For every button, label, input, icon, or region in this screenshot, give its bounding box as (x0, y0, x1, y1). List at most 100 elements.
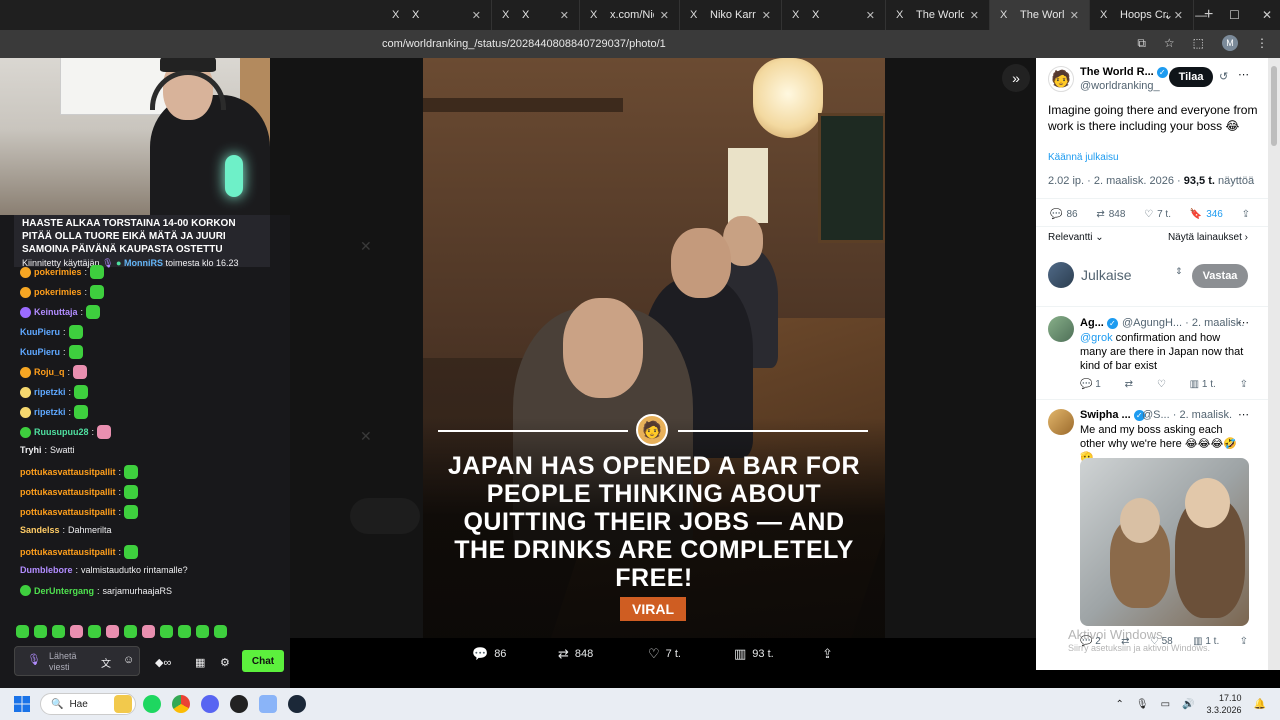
translate-icon[interactable]: 文 (101, 655, 111, 670)
scrollbar-thumb[interactable] (1271, 66, 1277, 146)
chat-username[interactable]: ripetzki (34, 407, 66, 417)
tab-close-icon[interactable]: ✕ (660, 9, 669, 22)
chevron-down-icon[interactable]: ⌄ (1163, 8, 1173, 22)
follow-button[interactable]: Tilaa (1169, 67, 1213, 87)
browser-tab[interactable]: X X ✕ (382, 0, 492, 30)
browser-tab[interactable]: X X ✕ (492, 0, 580, 30)
tweet-timestamp[interactable]: 2.02 ip. · 2. maalisk. 2026 · (1048, 175, 1184, 187)
view-quotes-link[interactable]: Näytä lainaukset › (1168, 232, 1248, 243)
settings-gear-icon[interactable]: ⚙ (220, 656, 230, 669)
reply-author-name[interactable]: Ag... ✓ (1080, 317, 1118, 329)
tab-close-icon[interactable]: ✕ (762, 9, 771, 22)
windows-start-icon[interactable] (14, 696, 30, 712)
file-explorer-icon[interactable] (114, 695, 132, 713)
like-button[interactable]: ♡ (1157, 379, 1166, 390)
reply-input[interactable]: Julkaise (1081, 267, 1132, 283)
emote-suggestion[interactable] (52, 625, 65, 638)
chat-username[interactable]: Keinuttaja (34, 307, 78, 317)
obs-icon[interactable] (230, 695, 248, 713)
emote-suggestion[interactable] (196, 625, 209, 638)
account-name[interactable]: The World R... ✓ (1080, 66, 1168, 78)
chat-input[interactable]: 🎙 Lähetä viesti 文 ☺ (14, 646, 140, 676)
photo-share-button[interactable]: ⇪ (822, 646, 833, 662)
account-avatar[interactable]: 🧑 (1048, 66, 1074, 92)
emote-suggestion[interactable] (178, 625, 191, 638)
chevron-up-icon[interactable]: ⌃ (1116, 699, 1124, 710)
emote-suggestion[interactable] (106, 625, 119, 638)
reply-avatar[interactable] (1048, 316, 1074, 342)
chat-username[interactable]: KuuPieru (20, 347, 60, 357)
reply-author-name[interactable]: Swipha ... ✓ (1080, 409, 1145, 421)
notepad-icon[interactable] (259, 695, 277, 713)
browser-tab[interactable]: X The World Ra ✕ (886, 0, 990, 30)
chat-username[interactable]: pottukasvattausitpallit (20, 507, 116, 517)
reply-audience-chevron-icon[interactable]: ⇕ (1175, 266, 1183, 277)
like-button[interactable]: ♡ 7 t. (1144, 209, 1171, 220)
emote-suggestion[interactable] (142, 625, 155, 638)
network-icon[interactable]: ▭ (1161, 699, 1170, 710)
emote-picker-icon[interactable]: ☺ (123, 654, 134, 666)
chat-username[interactable]: ripetzki (34, 387, 66, 397)
reply-submit-button[interactable]: Vastaa (1192, 264, 1248, 288)
spotify-icon[interactable] (143, 695, 161, 713)
chrome-icon[interactable] (172, 695, 190, 713)
emote-suggestion[interactable] (88, 625, 101, 638)
photo-views-button[interactable]: ▥ 93 t. (734, 646, 774, 662)
mic-icon[interactable]: 🎙 (1136, 699, 1149, 710)
chat-username[interactable]: Roju_q (34, 367, 65, 377)
share-button[interactable]: ⇪ (1242, 209, 1250, 220)
reply-image[interactable] (1080, 458, 1249, 626)
views-button[interactable]: ▥ 1 t. (1190, 379, 1216, 390)
emote-suggestion[interactable] (70, 625, 83, 638)
more-options-icon[interactable]: ⋯ (1238, 316, 1249, 329)
profile-avatar[interactable]: M (1222, 35, 1238, 51)
chat-username[interactable]: KuuPieru (20, 327, 60, 337)
reply-mention-link[interactable]: @grok (1080, 332, 1113, 344)
emote-suggestion[interactable] (160, 625, 173, 638)
chat-username[interactable]: Tryhi (20, 445, 42, 455)
minimize-icon[interactable]: — (1195, 8, 1207, 22)
discord-icon[interactable] (201, 695, 219, 713)
chat-username[interactable]: pottukasvattausitpallit (20, 467, 116, 477)
mic-icon[interactable]: 🎙 (27, 653, 41, 666)
star-icon[interactable]: ☆ (1164, 36, 1175, 50)
share-icon[interactable]: ⇪ (1240, 379, 1248, 390)
store-icon[interactable]: ▦ (195, 656, 205, 669)
chat-username[interactable]: pokerimies (34, 267, 82, 277)
share-icon[interactable]: ⇪ (1240, 636, 1248, 647)
steam-icon[interactable] (288, 695, 306, 713)
taskbar-clock[interactable]: 17.10 3.3.2026 (1207, 692, 1242, 716)
repost-button[interactable]: ⇄ 848 (1096, 209, 1125, 220)
chat-username[interactable]: pottukasvattausitpallit (20, 487, 116, 497)
tab-close-icon[interactable]: ✕ (866, 9, 875, 22)
translate-post-link[interactable]: Käännä julkaisu (1048, 152, 1119, 163)
more-options-icon[interactable]: ⋯ (1238, 68, 1249, 81)
maximize-icon[interactable]: ☐ (1229, 8, 1240, 22)
bits-icon[interactable]: ◆∞ (155, 656, 171, 669)
reply-button[interactable]: 💬 1 (1080, 379, 1101, 390)
expand-panel-button[interactable]: » (1002, 64, 1030, 92)
tab-close-icon[interactable]: ✕ (1070, 9, 1079, 22)
photo-repost-button[interactable]: ⇄ 848 (558, 646, 593, 662)
chat-send-button[interactable]: Chat (242, 650, 284, 672)
emote-suggestion[interactable] (34, 625, 47, 638)
browser-tab[interactable]: X Niko Karranto ✕ (680, 0, 782, 30)
browser-tab[interactable]: Xx.com/NicHulsc ✕ (580, 0, 680, 30)
pinned-by-user[interactable]: MonniRS (124, 258, 163, 268)
tab-close-icon[interactable]: ✕ (560, 9, 569, 22)
install-app-icon[interactable]: ⧉ (1137, 36, 1146, 51)
emote-suggestion[interactable] (214, 625, 227, 638)
tab-close-icon[interactable]: ✕ (472, 9, 481, 22)
chat-username[interactable]: DerUntergang (34, 586, 94, 596)
notifications-icon[interactable]: 🔔 (1254, 699, 1266, 710)
reply-author-handle[interactable]: @S... · 2. maalisk. (1142, 409, 1232, 421)
volume-icon[interactable]: 🔊 (1182, 699, 1194, 710)
chat-username[interactable]: Dumblebore (20, 565, 73, 575)
emote-suggestion[interactable] (16, 625, 29, 638)
browser-tab[interactable]: X X ✕ (782, 0, 886, 30)
browser-tab[interactable]: X The World Ra ✕ (990, 0, 1090, 30)
reply-author-handle[interactable]: @AgungH... · 2. maalisk. (1122, 317, 1244, 329)
emote-suggestion[interactable] (124, 625, 137, 638)
chat-username[interactable]: pottukasvattausitpallit (20, 547, 116, 557)
tab-close-icon[interactable]: ✕ (970, 9, 979, 22)
